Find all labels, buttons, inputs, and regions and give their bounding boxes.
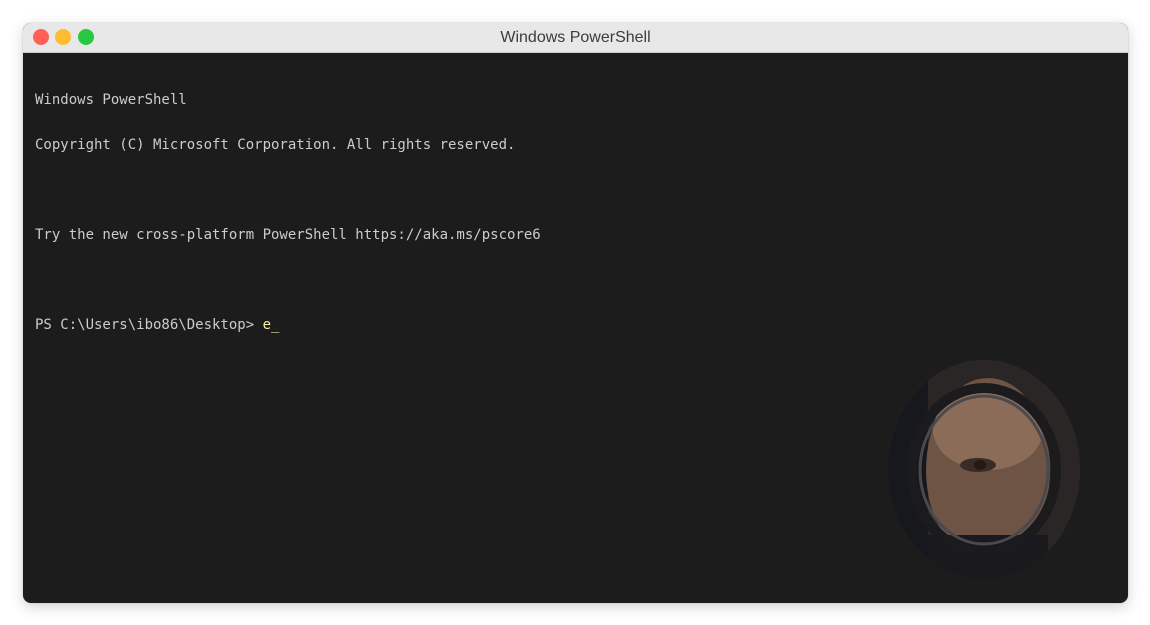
terminal-line: Try the new cross-platform PowerShell ht… [35,227,541,243]
terminal-output[interactable]: Windows PowerShell Copyright (C) Microso… [35,63,1116,363]
window-title: Windows PowerShell [500,29,651,46]
webcam-overlay-icon [888,360,1080,579]
terminal-line: Windows PowerShell [35,92,187,108]
webcam-overlay[interactable] [888,360,1080,579]
terminal-line: Copyright (C) Microsoft Corporation. All… [35,137,516,153]
typed-command[interactable]: e_ [263,317,280,333]
powershell-window[interactable]: Windows PowerShell Windows PowerShell Co… [23,23,1128,603]
prompt-line[interactable]: PS C:\Users\ibo86\Desktop> e_ [35,318,1116,333]
prompt-text: PS C:\Users\ibo86\Desktop> [35,317,263,333]
title-bar[interactable]: Windows PowerShell [23,23,1128,53]
